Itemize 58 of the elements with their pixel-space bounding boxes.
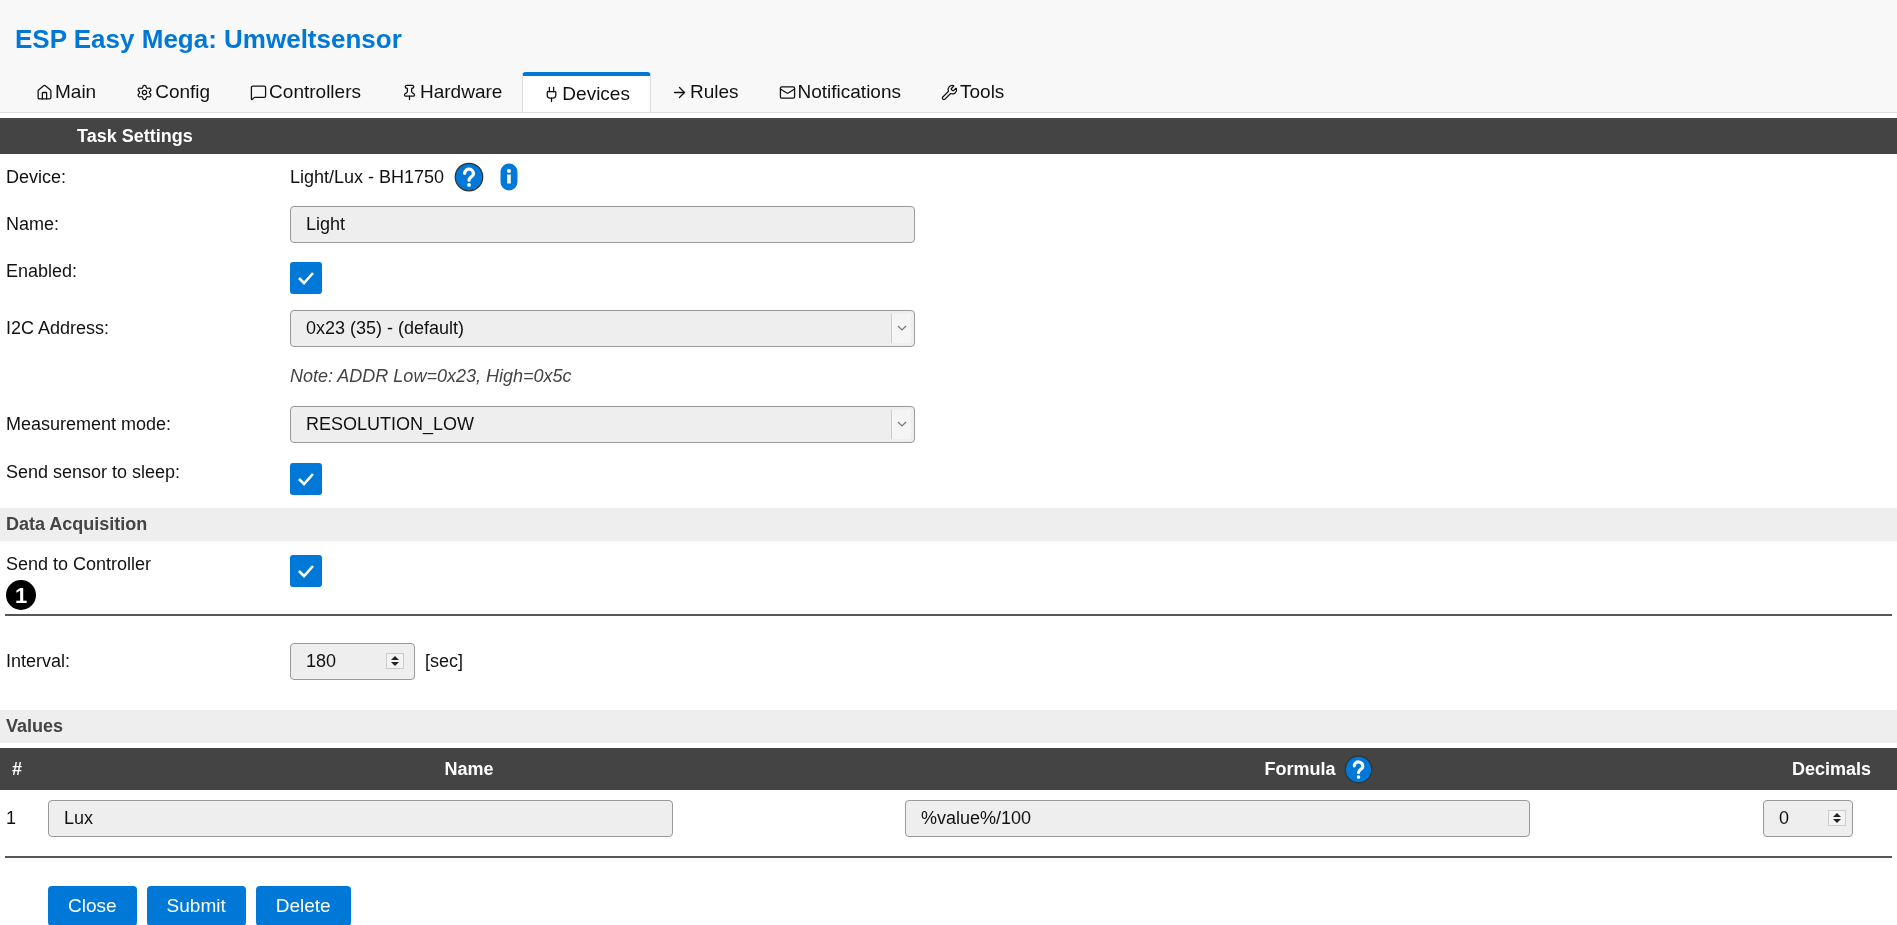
checkmark-icon [297, 472, 315, 486]
nav-tab[interactable]: Devices [522, 72, 651, 112]
chevron-down-icon [896, 325, 907, 331]
column-header: Name [48, 748, 890, 790]
help-icon[interactable] [454, 162, 485, 192]
envelope-icon [778, 83, 796, 101]
page-title: ESP Easy Mega: Umweltsensor [14, 23, 403, 56]
field-label: Send to Controller [6, 553, 153, 576]
nav-tab[interactable]: Hardware [381, 72, 523, 112]
field-label: Name: [5, 212, 60, 236]
field-label: Device: [5, 165, 68, 189]
device-name: Light/Lux - BH1750 [290, 165, 445, 189]
column-header: Decimals [1747, 748, 1897, 790]
wrench-icon [941, 83, 958, 101]
action-button[interactable]: Close [48, 886, 137, 925]
section-header: Values [0, 710, 1897, 743]
formula-field[interactable]: %value%/100 [905, 799, 1530, 837]
pushpin-icon [401, 83, 418, 101]
checkmark-icon [297, 564, 315, 578]
field-label: Enabled: [6, 260, 79, 283]
decimals-field[interactable]: 0 [1763, 799, 1853, 837]
action-button[interactable]: Delete [255, 886, 351, 925]
section-header: Data Acquisition [0, 508, 1897, 541]
nav-tab[interactable]: Rules [650, 72, 759, 112]
speech-bubble-icon [250, 83, 268, 101]
section-header: Task Settings [0, 118, 1897, 154]
help-icon[interactable] [1343, 754, 1373, 784]
dropdown-select[interactable]: RESOLUTION_LOW [290, 405, 915, 443]
action-button[interactable]: Submit [146, 886, 246, 925]
nav-tab[interactable]: Notifications [758, 72, 921, 112]
nav-tab[interactable]: Main [16, 72, 117, 112]
house-icon [36, 83, 53, 101]
field-label: Send sensor to sleep: [6, 461, 182, 484]
spinner-arrows-icon[interactable] [386, 653, 404, 669]
field-label: I2C Address: [5, 316, 111, 340]
number-marker: 1 [6, 580, 36, 610]
nav-tab[interactable]: Tools [921, 72, 1025, 112]
interval-field[interactable]: 180 [290, 642, 415, 680]
checkbox[interactable] [290, 262, 322, 294]
column-header: # [0, 748, 48, 790]
nav-tab[interactable]: Config [116, 72, 231, 112]
checkbox[interactable] [290, 555, 322, 587]
nav-tab[interactable]: Controllers [230, 72, 381, 112]
spinner-arrows-icon[interactable] [1828, 810, 1846, 826]
column-header: Formula [890, 748, 1747, 790]
value-name-field[interactable]: Lux [48, 799, 673, 837]
gear-icon [136, 83, 154, 101]
dropdown-select[interactable]: 0x23 (35) - (default) [290, 309, 915, 347]
checkmark-icon [297, 271, 315, 285]
field-label: Measurement mode: [5, 412, 173, 436]
field-label: Interval: [5, 649, 72, 673]
checkbox[interactable] [290, 463, 322, 495]
chevron-down-icon [896, 421, 907, 427]
unit-text: [sec] [425, 649, 463, 673]
row-number: 1 [6, 806, 16, 830]
note-text: Note: ADDR Low=0x23, High=0x5c [290, 364, 572, 388]
info-icon[interactable] [500, 163, 519, 191]
name-field[interactable]: Light [290, 205, 915, 243]
